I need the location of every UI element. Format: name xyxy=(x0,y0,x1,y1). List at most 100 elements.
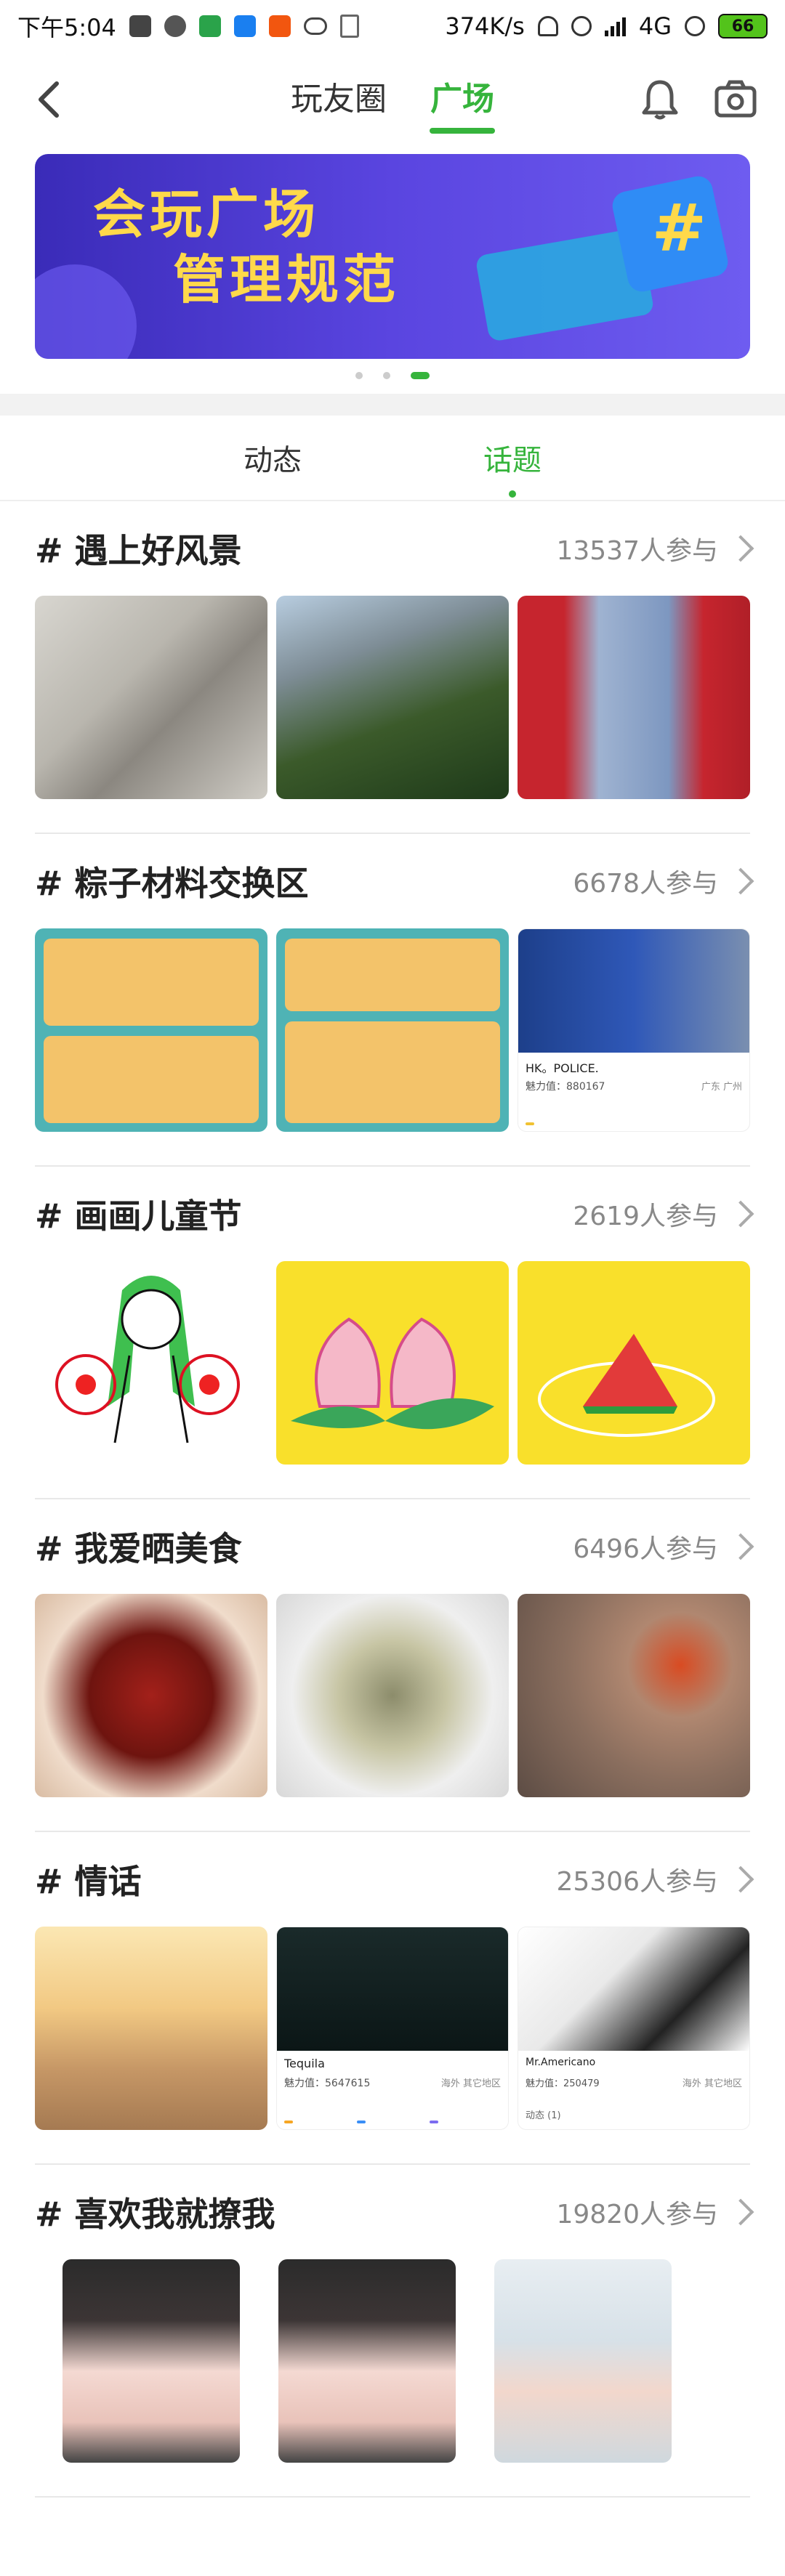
pagination-dot[interactable] xyxy=(355,372,363,379)
badge xyxy=(357,2121,366,2123)
chevron-right-icon xyxy=(727,1200,754,1228)
topic-section: # 遇上好风景 13537人参与 xyxy=(0,501,785,834)
topic-photo[interactable] xyxy=(35,596,267,799)
feed-tab: 动态 (1) xyxy=(526,2110,561,2121)
topic-photo[interactable] xyxy=(276,596,509,799)
topic-section: # 我爱晒美食 6496人参与 xyxy=(0,1499,785,1832)
banner[interactable]: # 会玩广场 管理规范 xyxy=(35,154,750,359)
charging-icon xyxy=(685,16,705,36)
topic-title: # 遇上好风景 xyxy=(35,531,242,570)
back-button[interactable] xyxy=(26,76,73,123)
topic-header[interactable]: # 遇上好风景 13537人参与 xyxy=(35,501,754,596)
topic-photo[interactable] xyxy=(494,2259,672,2463)
drawing-watermelon xyxy=(538,1334,715,1437)
profile-location: 广东 广州 xyxy=(701,1082,742,1093)
pagination-dot[interactable] xyxy=(383,372,390,379)
zhihu-icon xyxy=(233,15,256,37)
badge xyxy=(284,2121,293,2123)
drawing-peaches xyxy=(291,1317,494,1430)
shield-icon xyxy=(198,15,221,37)
topic-photo[interactable]: Mr.Americano 魅力值：250479 海外 其它地区 动态 (1) xyxy=(518,1927,750,2130)
profile-location: 海外 其它地区 xyxy=(682,2078,742,2089)
drawing-figure xyxy=(55,1276,240,1443)
topic-drawing[interactable] xyxy=(276,1261,509,1465)
topic-photo[interactable] xyxy=(276,928,509,1132)
profile-location: 海外 其它地区 xyxy=(440,2078,501,2089)
topic-count: 13537人参与 xyxy=(556,530,754,567)
participant-count: 2619人参与 xyxy=(573,1202,718,1231)
participant-count: 13537人参与 xyxy=(556,536,718,566)
network-type: 4G xyxy=(638,12,672,40)
topic-header[interactable]: # 情话 25306人参与 xyxy=(35,1832,754,1927)
tab-topics[interactable]: 话题 xyxy=(483,437,542,479)
topic-header[interactable]: # 我爱晒美食 6496人参与 xyxy=(35,1499,754,1594)
badge xyxy=(526,1122,534,1125)
topic-section: # 情话 25306人参与 Tequila 魅力值：5647615 海外 其它地… xyxy=(0,1832,785,2165)
hash-icon: # xyxy=(651,190,706,267)
topic-drawing[interactable] xyxy=(35,1261,267,1465)
topic-header[interactable]: # 粽子材料交换区 6678人参与 xyxy=(35,834,754,928)
chevron-left-icon xyxy=(39,81,59,118)
topic-photo[interactable] xyxy=(35,928,267,1132)
topic-photo[interactable] xyxy=(63,2259,240,2463)
topic-photo[interactable] xyxy=(35,1594,267,1797)
battery-icon: 66 xyxy=(718,14,768,39)
topic-section: # 粽子材料交换区 6678人参与 HK。POLICE. 魅力值：880167 … xyxy=(0,834,785,1167)
participant-count: 6496人参与 xyxy=(573,1534,718,1564)
cloud-icon xyxy=(303,17,327,35)
banner-pagination xyxy=(0,372,785,379)
participant-count: 25306人参与 xyxy=(556,1867,718,1897)
status-time: 下午5:04 xyxy=(17,14,116,41)
banner-line2: 管理规范 xyxy=(173,249,400,310)
banner-line1: 会玩广场 xyxy=(93,184,321,245)
wechat-icon xyxy=(164,15,186,37)
tab-feed[interactable]: 动态 xyxy=(243,437,302,479)
topic-count: 19820人参与 xyxy=(556,2193,754,2231)
profile-charm: 魅力值：5647615 xyxy=(284,2078,371,2089)
profile-charm: 魅力值：250479 xyxy=(526,2078,600,2089)
signal-icon xyxy=(604,16,626,36)
topic-photo[interactable]: HK。POLICE. 魅力值：880167 广东 广州 xyxy=(518,928,750,1132)
alarm-icon xyxy=(571,16,592,36)
camera-button[interactable] xyxy=(712,76,759,123)
taobao-icon xyxy=(268,15,291,37)
topic-drawing[interactable] xyxy=(518,1261,750,1465)
topic-photo[interactable] xyxy=(518,1594,750,1797)
network-speed: 374K/s xyxy=(445,12,525,40)
chevron-right-icon xyxy=(727,535,754,562)
topic-count: 2619人参与 xyxy=(573,1195,754,1233)
camera-icon xyxy=(714,80,757,118)
topic-count: 6678人参与 xyxy=(573,862,754,900)
topic-section: # 喜欢我就撩我 19820人参与 xyxy=(0,2165,785,2498)
chevron-right-icon xyxy=(727,867,754,895)
tab-plaza[interactable]: 广场 xyxy=(430,73,494,126)
message-icon xyxy=(129,15,151,37)
top-nav: 玩友圈 广场 xyxy=(0,52,785,147)
profile-name: HK。POLICE. xyxy=(526,1061,599,1075)
topic-header[interactable]: # 喜欢我就撩我 19820人参与 xyxy=(35,2165,754,2259)
topic-title: # 画画儿童节 xyxy=(35,1196,242,1236)
tab-friend-circle[interactable]: 玩友圈 xyxy=(291,73,387,126)
topic-count: 25306人参与 xyxy=(556,1860,754,1898)
topic-section: # 画画儿童节 2619人参与 xyxy=(0,1167,785,1499)
status-bar: 下午5:04 374K/s 4G 66 xyxy=(0,0,785,52)
notification-button[interactable] xyxy=(637,76,683,123)
topic-title: # 粽子材料交换区 xyxy=(35,864,309,903)
topic-photo[interactable]: Tequila 魅力值：5647615 海外 其它地区 xyxy=(276,1927,509,2130)
topic-photo[interactable] xyxy=(518,596,750,799)
chevron-right-icon xyxy=(727,1533,754,1560)
topic-photo[interactable] xyxy=(278,2259,456,2463)
participant-count: 19820人参与 xyxy=(556,2200,718,2229)
banner-title: 会玩广场 管理规范 xyxy=(93,182,400,312)
profile-name: Tequila xyxy=(284,2057,325,2070)
topic-header[interactable]: # 画画儿童节 2619人参与 xyxy=(35,1167,754,1261)
topic-photo[interactable] xyxy=(35,1927,267,2130)
topic-photo[interactable] xyxy=(276,1594,509,1797)
pagination-dot-active[interactable] xyxy=(411,372,430,379)
sub-tabs: 动态 话题 xyxy=(0,416,785,501)
badge xyxy=(430,2121,438,2123)
profile-name: Mr.Americano xyxy=(526,2057,596,2068)
topic-title: # 我爱晒美食 xyxy=(35,1529,242,1568)
profile-charm: 魅力值：880167 xyxy=(526,1081,605,1093)
participant-count: 6678人参与 xyxy=(573,869,718,899)
